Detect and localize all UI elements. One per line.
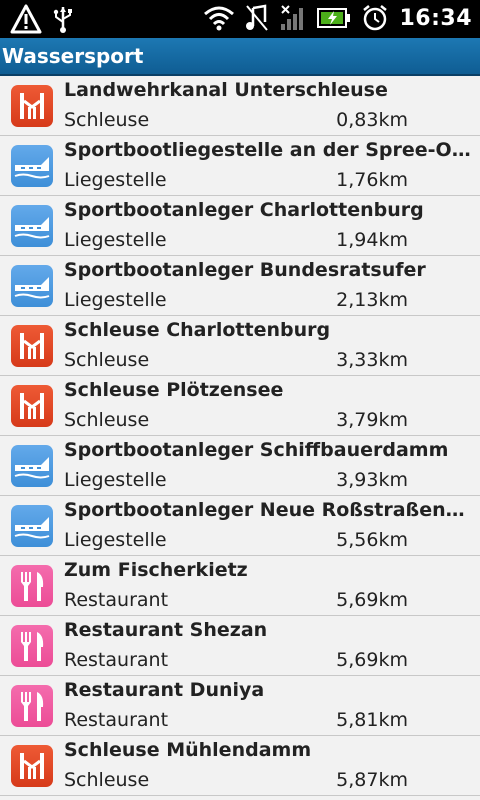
warning-icon bbox=[10, 4, 42, 34]
list-item-10[interactable]: Restaurant Shezan Restaurant 5,69km bbox=[0, 616, 480, 676]
item-name: Sportbootanleger Neue Roßstraßenbrücke bbox=[64, 499, 476, 521]
item-name: Landwehrkanal Unterschleuse bbox=[64, 79, 388, 101]
list-item-11[interactable]: Restaurant Duniya Restaurant 5,81km bbox=[0, 676, 480, 736]
alarm-icon bbox=[361, 4, 389, 32]
lock-icon bbox=[11, 325, 53, 367]
wifi-icon bbox=[203, 4, 235, 32]
item-type: Schleuse bbox=[64, 109, 150, 131]
lock-icon bbox=[11, 745, 53, 787]
usb-icon bbox=[52, 4, 74, 34]
berth-icon bbox=[11, 445, 53, 487]
item-name: Sportbootanleger Bundesratsufer bbox=[64, 259, 426, 281]
restaurant-icon bbox=[11, 625, 53, 667]
item-distance: 5,81km bbox=[336, 709, 408, 731]
title-bar: Wassersport bbox=[0, 38, 480, 76]
item-name: Schleuse Charlottenburg bbox=[64, 319, 331, 341]
status-time: 16:34 bbox=[399, 5, 472, 31]
item-name: Sportbootliegestelle an der Spree-Oder-W… bbox=[64, 139, 476, 161]
item-type: Liegestelle bbox=[64, 469, 167, 491]
list-item-9[interactable]: Zum Fischerkietz Restaurant 5,69km bbox=[0, 556, 480, 616]
item-type: Restaurant bbox=[64, 589, 169, 611]
item-distance: 5,87km bbox=[336, 769, 408, 791]
item-distance: 3,93km bbox=[336, 469, 408, 491]
item-name: Sportbootanleger Charlottenburg bbox=[64, 199, 424, 221]
item-type: Liegestelle bbox=[64, 229, 167, 251]
list-item-4[interactable]: Sportbootanleger Bundesratsufer Liegeste… bbox=[0, 256, 480, 316]
page-title: Wassersport bbox=[2, 44, 144, 68]
list-item-2[interactable]: Sportbootliegestelle an der Spree-Oder-W… bbox=[0, 136, 480, 196]
item-type: Schleuse bbox=[64, 769, 150, 791]
poi-list: Landwehrkanal Unterschleuse Schleuse 0,8… bbox=[0, 76, 480, 796]
status-bar: 16:34 bbox=[0, 0, 480, 38]
battery-charging-icon bbox=[317, 7, 351, 29]
item-name: Restaurant Duniya bbox=[64, 679, 265, 701]
list-item-8[interactable]: Sportbootanleger Neue Roßstraßenbrücke L… bbox=[0, 496, 480, 556]
list-item-12[interactable]: Schleuse Mühlendamm Schleuse 5,87km bbox=[0, 736, 480, 796]
lock-icon bbox=[11, 85, 53, 127]
item-type: Liegestelle bbox=[64, 289, 167, 311]
item-distance: 1,76km bbox=[336, 169, 408, 191]
music-off-icon bbox=[245, 4, 269, 32]
list-item-6[interactable]: Schleuse Plötzensee Schleuse 3,79km bbox=[0, 376, 480, 436]
item-distance: 5,69km bbox=[336, 649, 408, 671]
item-type: Restaurant bbox=[64, 649, 169, 671]
item-name: Schleuse Mühlendamm bbox=[64, 739, 312, 761]
list-item-1[interactable]: Landwehrkanal Unterschleuse Schleuse 0,8… bbox=[0, 76, 480, 136]
item-type: Liegestelle bbox=[64, 529, 167, 551]
berth-icon bbox=[11, 265, 53, 307]
list-item-3[interactable]: Sportbootanleger Charlottenburg Liegeste… bbox=[0, 196, 480, 256]
item-type: Restaurant bbox=[64, 709, 169, 731]
item-name: Schleuse Plötzensee bbox=[64, 379, 284, 401]
item-distance: 3,33km bbox=[336, 349, 408, 371]
berth-icon bbox=[11, 205, 53, 247]
item-name: Restaurant Shezan bbox=[64, 619, 268, 641]
item-distance: 3,79km bbox=[336, 409, 408, 431]
item-name: Zum Fischerkietz bbox=[64, 559, 248, 581]
item-name: Sportbootanleger Schiffbauerdamm bbox=[64, 439, 449, 461]
restaurant-icon bbox=[11, 685, 53, 727]
item-type: Schleuse bbox=[64, 349, 150, 371]
item-type: Liegestelle bbox=[64, 169, 167, 191]
berth-icon bbox=[11, 505, 53, 547]
item-distance: 5,56km bbox=[336, 529, 408, 551]
restaurant-icon bbox=[11, 565, 53, 607]
item-type: Schleuse bbox=[64, 409, 150, 431]
lock-icon bbox=[11, 385, 53, 427]
item-distance: 1,94km bbox=[336, 229, 408, 251]
list-item-7[interactable]: Sportbootanleger Schiffbauerdamm Liegest… bbox=[0, 436, 480, 496]
berth-icon bbox=[11, 145, 53, 187]
list-item-5[interactable]: Schleuse Charlottenburg Schleuse 3,33km bbox=[0, 316, 480, 376]
item-distance: 2,13km bbox=[336, 289, 408, 311]
signal-off-icon bbox=[279, 4, 307, 32]
item-distance: 0,83km bbox=[336, 109, 408, 131]
item-distance: 5,69km bbox=[336, 589, 408, 611]
